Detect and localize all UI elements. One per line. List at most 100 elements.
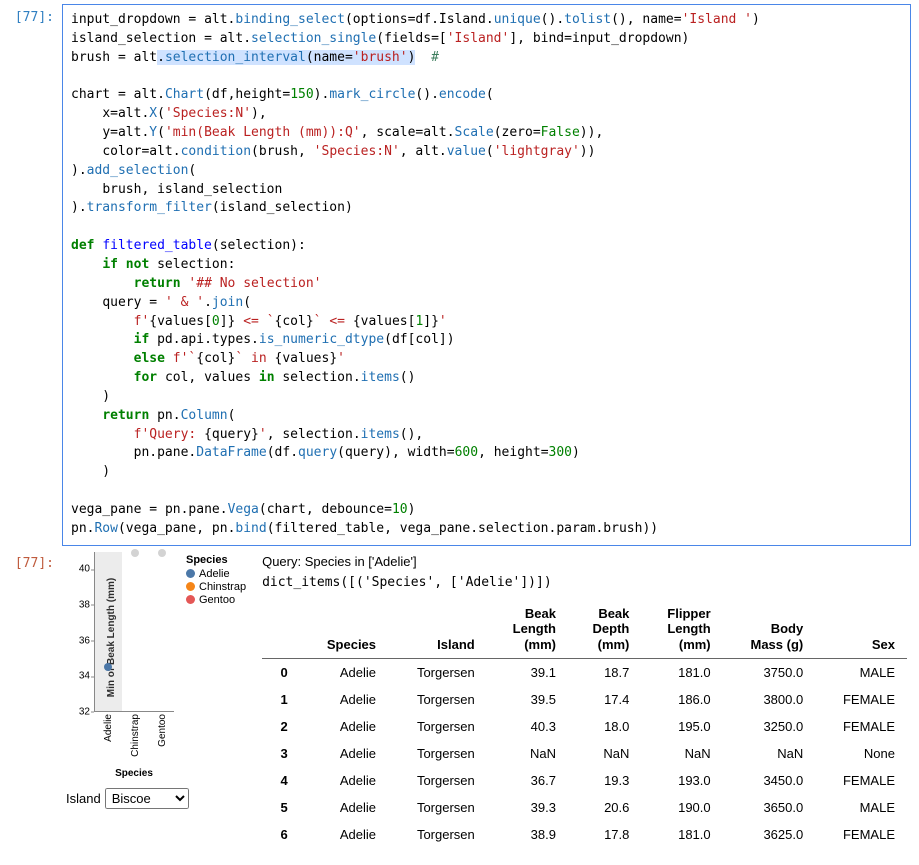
table-cell: 20.6 [568, 794, 641, 821]
x-tick: Adelie [103, 714, 114, 742]
chart-block: Min of Beak Length (mm) 3234363840 Adeli… [66, 552, 246, 809]
table-cell: 2 [262, 713, 300, 740]
table-cell: 39.3 [487, 794, 568, 821]
y-tick: 38 [79, 599, 90, 610]
table-row: 4AdelieTorgersen36.719.3193.03450.0FEMAL… [262, 767, 907, 794]
table-row: 0AdelieTorgersen39.118.7181.03750.0MALE [262, 659, 907, 687]
table-cell: 40.3 [487, 713, 568, 740]
legend-item[interactable]: Gentoo [186, 594, 246, 606]
result-column: Query: Species in ['Adelie'] dict_items(… [262, 552, 907, 849]
input-prompt: [77]: [8, 4, 62, 546]
table-cell: 17.8 [568, 821, 641, 848]
table-cell: MALE [815, 659, 907, 687]
x-axis-label: Species [94, 768, 174, 779]
data-point[interactable] [131, 549, 139, 557]
table-cell: 36.7 [487, 767, 568, 794]
x-tick: Gentoo [157, 714, 168, 747]
column-header: FlipperLength(mm) [641, 600, 722, 659]
table-cell: 186.0 [641, 686, 722, 713]
column-header: BeakLength(mm) [487, 600, 568, 659]
column-header [262, 600, 300, 659]
table-cell: Adelie [300, 740, 388, 767]
table-cell: Adelie [300, 794, 388, 821]
table-cell: 38.9 [487, 821, 568, 848]
data-point[interactable] [104, 663, 112, 671]
table-cell: 4 [262, 767, 300, 794]
island-select[interactable]: BiscoeDreamTorgersen [105, 788, 189, 809]
table-cell: Adelie [300, 821, 388, 848]
y-tick: 40 [79, 564, 90, 575]
table-cell: Adelie [300, 659, 388, 687]
table-cell: NaN [487, 740, 568, 767]
table-cell: 193.0 [641, 767, 722, 794]
table-cell: Adelie [300, 767, 388, 794]
column-header: BodyMass (g) [723, 600, 816, 659]
table-cell: 5 [262, 794, 300, 821]
table-cell: 181.0 [641, 659, 722, 687]
legend-item[interactable]: Chinstrap [186, 581, 246, 593]
plot-area[interactable] [94, 552, 174, 712]
table-cell: Torgersen [388, 821, 487, 848]
y-tick: 36 [79, 635, 90, 646]
table-row: 2AdelieTorgersen40.318.0195.03250.0FEMAL… [262, 713, 907, 740]
legend-swatch [186, 595, 195, 604]
table-cell: FEMALE [815, 713, 907, 740]
table-cell: 17.4 [568, 686, 641, 713]
notebook: [77]: input_dropdown = alt.binding_selec… [0, 0, 919, 858]
input-cell: [77]: input_dropdown = alt.binding_selec… [8, 4, 911, 546]
y-ticks: 3234363840 [66, 552, 92, 712]
table-cell: NaN [723, 740, 816, 767]
column-header: Island [388, 600, 487, 659]
table-cell: 1 [262, 686, 300, 713]
table-cell: 39.1 [487, 659, 568, 687]
legend-label: Chinstrap [199, 581, 246, 593]
table-cell: NaN [568, 740, 641, 767]
query-text: Query: Species in ['Adelie'] [262, 554, 907, 569]
table-cell: 3450.0 [723, 767, 816, 794]
table-cell: 3250.0 [723, 713, 816, 740]
table-row: 1AdelieTorgersen39.517.4186.03800.0FEMAL… [262, 686, 907, 713]
table-cell: Torgersen [388, 794, 487, 821]
table-cell: MALE [815, 794, 907, 821]
column-header: BeakDepth(mm) [568, 600, 641, 659]
legend-title: Species [186, 554, 246, 566]
table-cell: 190.0 [641, 794, 722, 821]
table-cell: 19.3 [568, 767, 641, 794]
brush-selection[interactable] [95, 552, 122, 711]
data-point[interactable] [158, 549, 166, 557]
table-cell: 3750.0 [723, 659, 816, 687]
table-cell: FEMALE [815, 821, 907, 848]
table-row: 6AdelieTorgersen38.917.8181.03625.0FEMAL… [262, 821, 907, 848]
legend: Species AdelieChinstrapGentoo [186, 554, 246, 607]
output-prompt: [77]: [8, 550, 62, 851]
island-label: Island [66, 791, 101, 806]
table-cell: FEMALE [815, 686, 907, 713]
table-cell: Torgersen [388, 686, 487, 713]
table-cell: 3650.0 [723, 794, 816, 821]
y-tick: 34 [79, 671, 90, 682]
table-cell: Torgersen [388, 713, 487, 740]
table-cell: Torgersen [388, 767, 487, 794]
legend-item[interactable]: Adelie [186, 568, 246, 580]
table-cell: 39.5 [487, 686, 568, 713]
table-cell: Torgersen [388, 659, 487, 687]
table-cell: NaN [641, 740, 722, 767]
items-text: dict_items([('Species', ['Adelie'])]) [262, 575, 907, 590]
y-tick: 32 [79, 706, 90, 717]
mini-scatter-chart[interactable]: Min of Beak Length (mm) 3234363840 Adeli… [66, 552, 176, 782]
column-header: Species [300, 600, 388, 659]
table-row: 5AdelieTorgersen39.320.6190.03650.0MALE [262, 794, 907, 821]
table-cell: FEMALE [815, 767, 907, 794]
code-editor[interactable]: input_dropdown = alt.binding_select(opti… [62, 4, 911, 546]
table-cell: 181.0 [641, 821, 722, 848]
table-cell: None [815, 740, 907, 767]
table-header-row: SpeciesIslandBeakLength(mm)BeakDepth(mm)… [262, 600, 907, 659]
table-cell: Adelie [300, 713, 388, 740]
legend-label: Gentoo [199, 594, 235, 606]
table-cell: 0 [262, 659, 300, 687]
table-cell: 195.0 [641, 713, 722, 740]
table-cell: 3 [262, 740, 300, 767]
table-cell: 18.0 [568, 713, 641, 740]
legend-swatch [186, 582, 195, 591]
legend-label: Adelie [199, 568, 230, 580]
